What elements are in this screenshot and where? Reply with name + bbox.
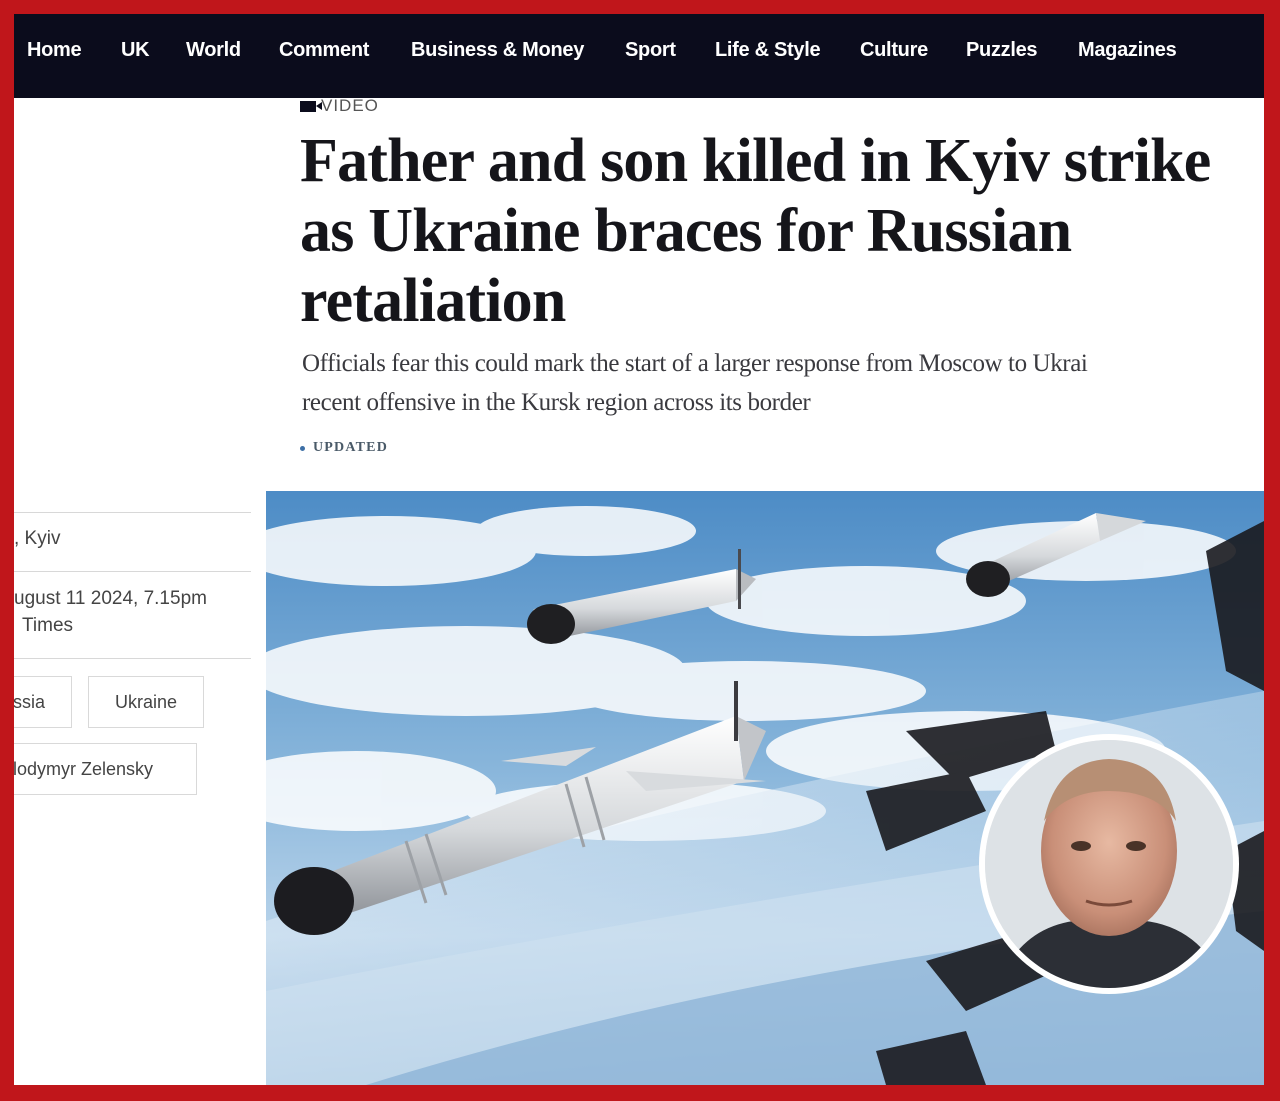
updated-text: UPDATED [313, 440, 389, 455]
tag-volodymyr-zelensky[interactable]: lodymyr Zelensky [14, 743, 197, 795]
video-camera-icon [300, 100, 322, 112]
nav-magazines[interactable]: Magazines [1078, 39, 1177, 62]
status-dot-icon [300, 445, 305, 451]
video-label-text: VIDEO [321, 96, 379, 115]
headline-line: as Ukraine braces for Russian [300, 197, 1072, 265]
screenshot-frame: Home UK World Comment Business & Money S… [14, 14, 1264, 1085]
nav-uk[interactable]: UK [121, 39, 150, 62]
headline-line: Father and son killed in Kyiv strike [300, 127, 1211, 195]
standfirst-line: Officials fear this could mark the start… [302, 350, 1088, 377]
publish-timezone: Times [22, 615, 74, 636]
standfirst-line: recent offensive in the Kursk region acr… [302, 389, 811, 416]
hero-image[interactable] [266, 491, 1264, 1085]
missiles-illustration [266, 491, 1264, 1085]
publish-date: ugust 11 2024, 7.15pm [14, 588, 207, 609]
nav-home[interactable]: Home [27, 39, 82, 62]
divider [14, 571, 251, 572]
divider [14, 512, 251, 513]
nav-puzzles[interactable]: Puzzles [966, 39, 1038, 62]
nav-sport[interactable]: Sport [625, 39, 676, 62]
headline-line: retaliation [300, 267, 566, 335]
nav-comment[interactable]: Comment [279, 39, 369, 62]
byline-location: , Kyiv [14, 528, 61, 549]
article-headline: Father and son killed in Kyiv strike as … [300, 126, 1264, 336]
nav-business-money[interactable]: Business & Money [411, 39, 584, 62]
top-navigation: Home UK World Comment Business & Money S… [14, 14, 1264, 98]
tag-russia[interactable]: ssia [14, 676, 72, 728]
nav-world[interactable]: World [186, 39, 241, 62]
tag-ukraine[interactable]: Ukraine [88, 676, 204, 728]
video-label: VIDEO [300, 96, 379, 116]
updated-badge: UPDATED [300, 440, 388, 456]
portrait-inset [979, 734, 1239, 994]
nav-culture[interactable]: Culture [860, 39, 928, 62]
nav-life-style[interactable]: Life & Style [715, 39, 821, 62]
article-standfirst: Officials fear this could mark the start… [302, 344, 1264, 422]
divider [14, 658, 251, 659]
